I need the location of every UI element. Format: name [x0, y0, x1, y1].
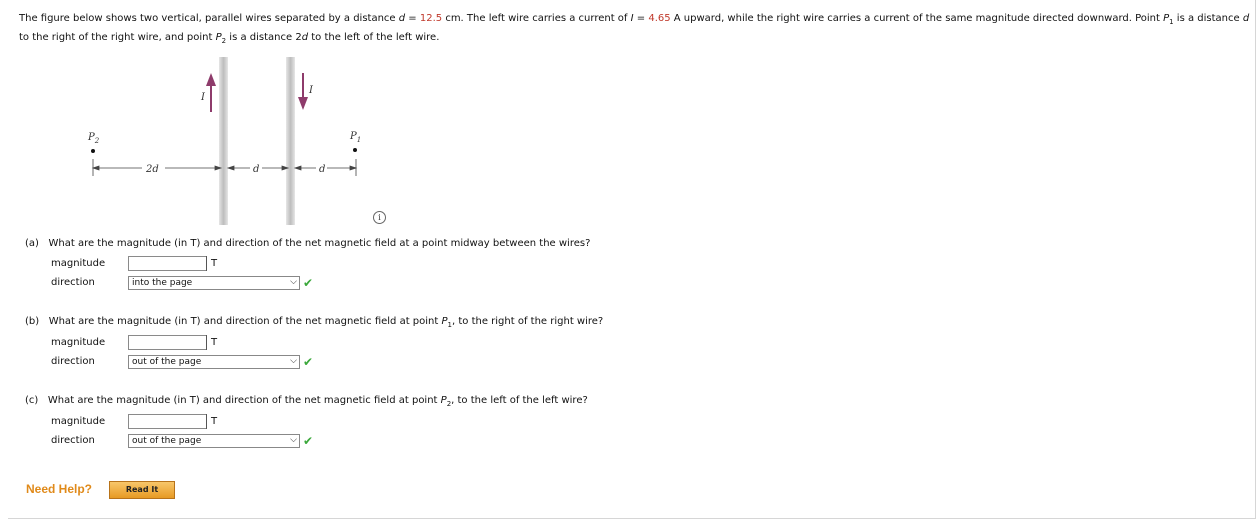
magnitude-input-b[interactable] [128, 335, 207, 350]
left-wire [219, 57, 228, 225]
check-icon: ✔ [303, 276, 314, 290]
direction-label-c: direction [51, 435, 95, 446]
wires-figure: I I P2 P1 2d d d [87, 57, 361, 225]
distance-d-mid-label: d [253, 164, 259, 175]
distance-value: 12.5 [419, 13, 443, 24]
magnitude-label-b: magnitude [51, 337, 106, 348]
up-arrow-icon [206, 73, 216, 112]
magnitude-input-a[interactable] [128, 256, 207, 271]
down-arrow-icon [298, 73, 308, 110]
right-current-label: I [308, 85, 314, 96]
question-b: (b) What are the magnitude (in T) and di… [25, 316, 604, 329]
info-icon[interactable]: i [373, 211, 386, 224]
magnitude-label-c: magnitude [51, 416, 106, 427]
direction-select-a[interactable]: into the page ⌵ [128, 276, 300, 290]
chevron-down-icon: ⌵ [290, 356, 297, 366]
magnitude-label-a: magnitude [51, 258, 106, 269]
unit-label-c: T [206, 414, 217, 429]
chevron-down-icon: ⌵ [290, 435, 297, 445]
direction-label-b: direction [51, 356, 95, 367]
direction-select-c[interactable]: out of the page ⌵ [128, 434, 300, 448]
chevron-down-icon: ⌵ [290, 277, 297, 287]
need-help-label: Need Help? [26, 482, 93, 496]
problem-statement: The figure below shows two vertical, par… [19, 13, 1250, 45]
check-icon: ✔ [303, 434, 314, 448]
current-value: 4.65 [648, 13, 671, 24]
direction-select-value-b: out of the page [132, 357, 202, 367]
unit-label-b: T [206, 335, 217, 350]
p2-point [91, 149, 95, 153]
left-current-label: I [200, 92, 206, 103]
direction-label-a: direction [51, 277, 95, 288]
question-a: (a) What are the magnitude (in T) and di… [25, 238, 591, 249]
p2-label: P2 [87, 132, 100, 145]
direction-select-value-c: out of the page [132, 436, 202, 446]
check-icon: ✔ [303, 355, 314, 369]
distance-2d-label: 2d [145, 164, 159, 175]
p1-label: P1 [349, 131, 361, 144]
magnitude-input-c[interactable] [128, 414, 207, 429]
direction-select-value-a: into the page [132, 278, 193, 288]
read-it-button[interactable]: Read It [109, 481, 175, 499]
distance-d-right-label: d [319, 164, 325, 175]
question-c: (c) What are the magnitude (in T) and di… [25, 395, 588, 408]
direction-select-b[interactable]: out of the page ⌵ [128, 355, 300, 369]
unit-label-a: T [206, 256, 217, 271]
right-wire [286, 57, 295, 225]
p1-point [353, 148, 357, 152]
